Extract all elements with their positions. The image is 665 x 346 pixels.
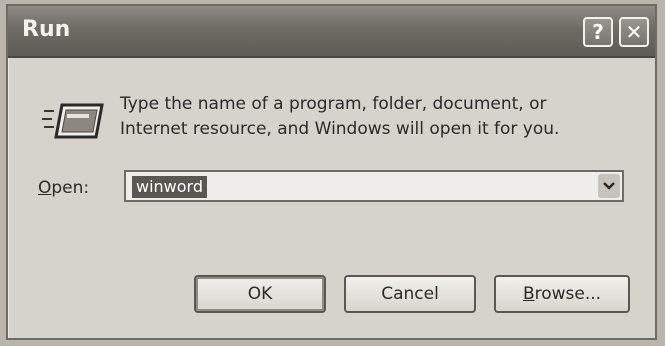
description-line-1: Type the name of a program, folder, docu…	[120, 94, 547, 114]
close-icon: ✕	[625, 20, 643, 44]
title-bar[interactable]: Run ? ✕	[8, 6, 655, 58]
cancel-button-label: Cancel	[381, 284, 439, 304]
browse-button-mnemonic: B	[522, 284, 535, 304]
help-button[interactable]: ?	[583, 17, 613, 47]
cancel-button[interactable]: Cancel	[344, 275, 476, 313]
ok-button-label: OK	[247, 284, 273, 304]
browse-button-label: rowse...	[534, 284, 602, 304]
ok-button[interactable]: OK	[194, 275, 326, 313]
help-icon: ?	[592, 20, 604, 44]
run-dialog: Run ? ✕ Type the name of a program, fold…	[6, 4, 657, 340]
window-title: Run	[22, 17, 71, 42]
dropdown-button[interactable]	[598, 174, 620, 198]
close-button[interactable]: ✕	[619, 17, 649, 47]
open-input-value[interactable]: winword	[132, 176, 207, 198]
run-icon	[42, 103, 104, 139]
browse-button[interactable]: Browse...	[494, 275, 630, 313]
open-combobox[interactable]: winword	[124, 170, 624, 202]
open-label-mnemonic: O	[38, 178, 52, 198]
chevron-down-icon	[603, 182, 615, 190]
open-label-text: pen:	[51, 178, 90, 198]
open-label: Open:	[38, 178, 89, 198]
description-line-2: Internet resource, and Windows will open…	[120, 119, 560, 139]
run-description: Type the name of a program, folder, docu…	[120, 92, 620, 142]
